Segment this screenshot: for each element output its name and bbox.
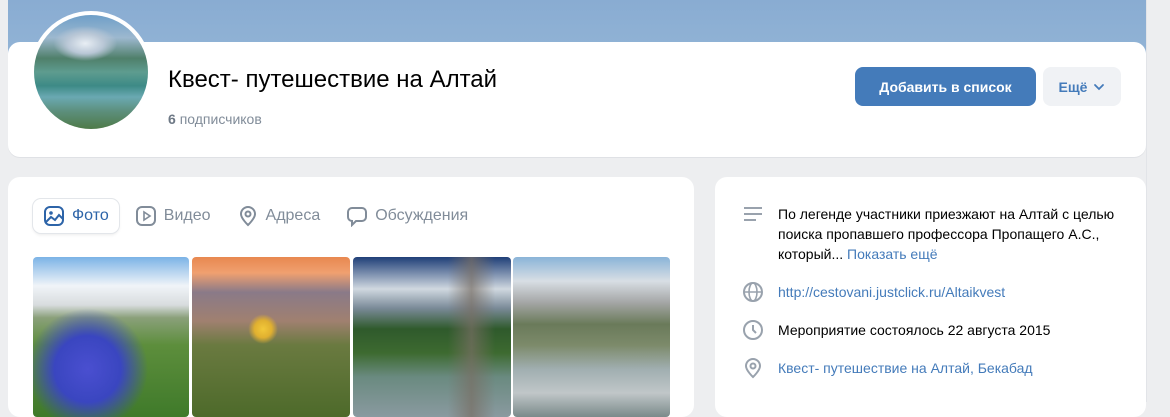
- tab-discussions[interactable]: Обсуждения: [336, 199, 478, 233]
- event-date: Мероприятие состоялось 22 августа 2015: [778, 322, 1051, 338]
- add-to-list-button[interactable]: Добавить в список: [855, 67, 1036, 106]
- tab-addresses[interactable]: Адреса: [227, 199, 331, 233]
- tab-video[interactable]: Видео: [125, 199, 221, 233]
- clock-icon: [741, 320, 765, 340]
- subscribers-count[interactable]: 6 подписчиков: [168, 111, 262, 127]
- more-button[interactable]: Ещё: [1043, 67, 1121, 106]
- address-row: Квест- путешествие на Алтай, Бекабад: [741, 358, 1131, 379]
- photo-thumbnail[interactable]: [192, 257, 350, 417]
- video-icon: [135, 206, 156, 226]
- tab-photo[interactable]: Фото: [33, 199, 119, 233]
- chat-icon: [347, 207, 368, 227]
- show-more-link[interactable]: Показать ещё: [847, 246, 938, 262]
- website-row: http://cestovani.justclick.ru/Altaikvest: [741, 282, 1131, 302]
- info-card: По легенде участники приезжают на Алтай …: [715, 177, 1146, 417]
- address-link[interactable]: Квест- путешествие на Алтай, Бекабад: [778, 358, 1033, 378]
- photo-thumbnail[interactable]: [353, 257, 511, 417]
- location-icon: [741, 358, 765, 379]
- description-text: По легенде участники приезжают на Алтай …: [778, 206, 1115, 262]
- date-row: Мероприятие состоялось 22 августа 2015: [741, 320, 1131, 340]
- website-link[interactable]: http://cestovani.justclick.ru/Altaikvest: [778, 282, 1005, 302]
- page-title: Квест- путешествие на Алтай: [168, 66, 498, 93]
- location-icon: [239, 206, 256, 227]
- image-icon: [44, 206, 64, 226]
- media-card: Фото Видео Адреса Обсуждения: [8, 177, 694, 417]
- avatar-image: [34, 15, 148, 129]
- description-row: По легенде участники приезжают на Алтай …: [741, 204, 1131, 264]
- text-lines-icon: [741, 204, 765, 224]
- chevron-down-icon: [1094, 83, 1105, 90]
- divider: [1146, 0, 1147, 402]
- photo-thumbnail[interactable]: [33, 257, 189, 417]
- photo-thumbnail[interactable]: [513, 257, 670, 417]
- avatar[interactable]: [30, 11, 152, 133]
- globe-icon: [741, 282, 765, 302]
